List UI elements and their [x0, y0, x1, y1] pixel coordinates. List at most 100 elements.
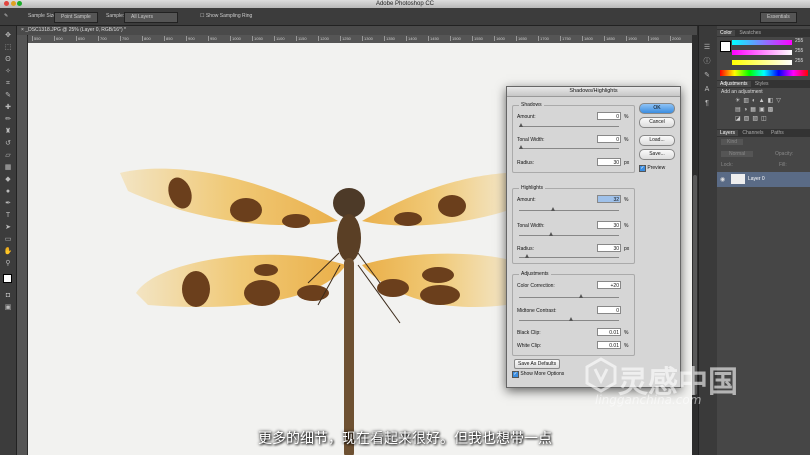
color-correction-field[interactable]: +20	[597, 281, 621, 289]
marquee-tool-icon[interactable]: ⬚	[3, 44, 13, 52]
tab-channels[interactable]: Channels	[739, 130, 766, 136]
cancel-button[interactable]: Cancel	[639, 117, 675, 128]
history-brush-tool-icon[interactable]: ↺	[3, 140, 13, 148]
color-spectrum-bar[interactable]	[720, 70, 808, 76]
slider-knob[interactable]	[579, 294, 583, 298]
dialog-title: Shadows/Highlights	[507, 87, 680, 97]
eyedropper-tool-icon[interactable]: ✎	[3, 92, 13, 100]
show-ring-checkbox[interactable]: ☐ Show Sampling Ring	[200, 12, 252, 21]
tab-swatches[interactable]: Swatches	[736, 30, 764, 36]
foreground-color-swatch[interactable]	[3, 274, 12, 283]
shadows-tonal-slider[interactable]	[519, 145, 619, 149]
color-panel-swatch[interactable]	[720, 41, 731, 52]
slider-knob[interactable]	[519, 123, 523, 127]
paragraph-panel-icon[interactable]: ¶	[702, 100, 712, 108]
black-clip-field[interactable]: 0.01	[597, 328, 621, 336]
brush-panel-icon[interactable]: ✎	[702, 72, 712, 80]
midtone-contrast-field[interactable]: 0	[597, 306, 621, 314]
zoom-tool-icon[interactable]: ⚲	[3, 260, 13, 268]
pen-tool-icon[interactable]: ✒	[3, 200, 13, 208]
tab-paths[interactable]: Paths	[768, 130, 787, 136]
slider-knob[interactable]	[569, 317, 573, 321]
quick-select-tool-icon[interactable]: ✧	[3, 68, 13, 76]
gradient-tool-icon[interactable]: ▦	[3, 164, 13, 172]
screen-mode-icon[interactable]: ▣	[3, 304, 13, 312]
tools-panel: ✥ ⬚ ʘ ✧ ⌗ ✎ ✚ ✏ ♜ ↺ ▱ ▦ ◆ ● ✒ T ➤ ▭ ✋ ⚲ …	[0, 26, 17, 455]
workspace-select[interactable]: Essentials	[760, 12, 797, 23]
highlights-tonal-slider[interactable]	[519, 232, 619, 236]
white-clip-field[interactable]: 0.01	[597, 341, 621, 349]
color-correction-slider[interactable]	[519, 294, 619, 298]
path-select-tool-icon[interactable]: ➤	[3, 224, 13, 232]
preview-checkbox[interactable]: ✓ Preview	[639, 165, 665, 172]
sample-label: Sample:	[106, 13, 125, 19]
tab-layers[interactable]: Layers	[717, 130, 739, 136]
red-slider[interactable]	[732, 40, 792, 45]
blur-tool-icon[interactable]: ◆	[3, 176, 13, 184]
highlights-tonal-field[interactable]: 30	[597, 221, 621, 229]
clone-stamp-tool-icon[interactable]: ♜	[3, 128, 13, 136]
shadows-radius-unit: px	[624, 160, 630, 166]
dodge-tool-icon[interactable]: ●	[3, 188, 13, 196]
red-value[interactable]: 255	[795, 38, 803, 44]
eraser-tool-icon[interactable]: ▱	[3, 152, 13, 160]
shadows-radius-field[interactable]: 30	[597, 158, 621, 166]
layer-name[interactable]: Layer 0	[748, 176, 765, 182]
layer-kind-filter[interactable]: Kind	[721, 139, 744, 145]
blue-value[interactable]: 255	[795, 58, 803, 64]
ok-button[interactable]: OK	[639, 103, 675, 114]
ruler-tick-label: 600	[54, 36, 63, 41]
move-tool-icon[interactable]: ✥	[3, 32, 13, 40]
shadows-amount-slider[interactable]	[519, 123, 619, 127]
blue-slider[interactable]	[732, 60, 792, 65]
quick-mask-icon[interactable]: ◘	[3, 292, 13, 300]
save-button[interactable]: Save...	[639, 149, 675, 160]
midtone-contrast-slider[interactable]	[519, 317, 619, 321]
shadows-heading: Shadows	[519, 102, 544, 108]
lasso-tool-icon[interactable]: ʘ	[3, 56, 13, 64]
highlights-radius-slider[interactable]	[519, 254, 619, 258]
green-value[interactable]: 255	[795, 48, 803, 54]
eyedropper-icon[interactable]: ✎	[4, 12, 8, 21]
layer-row[interactable]: ◉ Layer 0	[717, 172, 810, 187]
show-more-options-checkbox[interactable]: ✓ Show More Options	[512, 371, 564, 378]
brush-tool-icon[interactable]: ✏	[3, 116, 13, 124]
adjustment-icons-row-1[interactable]: ☀▥◐▲◧▽	[735, 97, 784, 104]
highlights-radius-field[interactable]: 30	[597, 244, 621, 252]
tab-styles[interactable]: Styles	[752, 81, 772, 87]
history-panel-icon[interactable]: ☰	[702, 44, 712, 52]
preview-label: Preview	[647, 165, 666, 171]
ruler-tick-label: 1850	[604, 36, 615, 41]
slider-knob[interactable]	[519, 145, 523, 149]
shadows-amount-field[interactable]: 0	[597, 112, 621, 120]
save-as-defaults-button[interactable]: Save As Defaults	[514, 359, 561, 369]
ruler-tick-label: 1100	[274, 36, 285, 41]
green-slider[interactable]	[732, 50, 792, 55]
type-tool-icon[interactable]: T	[3, 212, 13, 220]
hand-tool-icon[interactable]: ✋	[3, 248, 13, 256]
slider-knob[interactable]	[551, 207, 555, 211]
properties-panel-icon[interactable]: ⓘ	[702, 58, 712, 66]
shape-tool-icon[interactable]: ▭	[3, 236, 13, 244]
highlights-amount-slider[interactable]	[519, 207, 619, 211]
close-icon[interactable]: ×	[17, 27, 24, 33]
highlights-amount-field[interactable]: 32	[597, 195, 621, 203]
character-panel-icon[interactable]: A	[702, 86, 712, 94]
shadows-tonal-field[interactable]: 0	[597, 135, 621, 143]
color-correction-label: Color Correction:	[517, 283, 555, 289]
tab-adjustments[interactable]: Adjustments	[717, 81, 751, 87]
sample-select[interactable]: All Layers	[124, 12, 178, 23]
crop-tool-icon[interactable]: ⌗	[3, 80, 13, 88]
slider-knob[interactable]	[549, 232, 553, 236]
blend-mode-select[interactable]: Normal	[721, 151, 754, 157]
adjustment-icons-row-2[interactable]: ▤◑▦▣▩	[735, 106, 776, 113]
options-bar: ✎ Sample Size: Point Sample Sample: All …	[0, 8, 810, 26]
visibility-eye-icon[interactable]: ◉	[720, 176, 725, 183]
sample-size-select[interactable]: Point Sample	[54, 12, 98, 23]
adjustment-icons-row-3[interactable]: ◪▧▨◫	[735, 115, 770, 122]
load-button[interactable]: Load...	[639, 135, 675, 146]
slider-knob[interactable]	[525, 254, 529, 258]
healing-brush-tool-icon[interactable]: ✚	[3, 104, 13, 112]
shadows-amount-label: Amount:	[517, 114, 536, 120]
tab-color[interactable]: Color	[717, 30, 735, 36]
